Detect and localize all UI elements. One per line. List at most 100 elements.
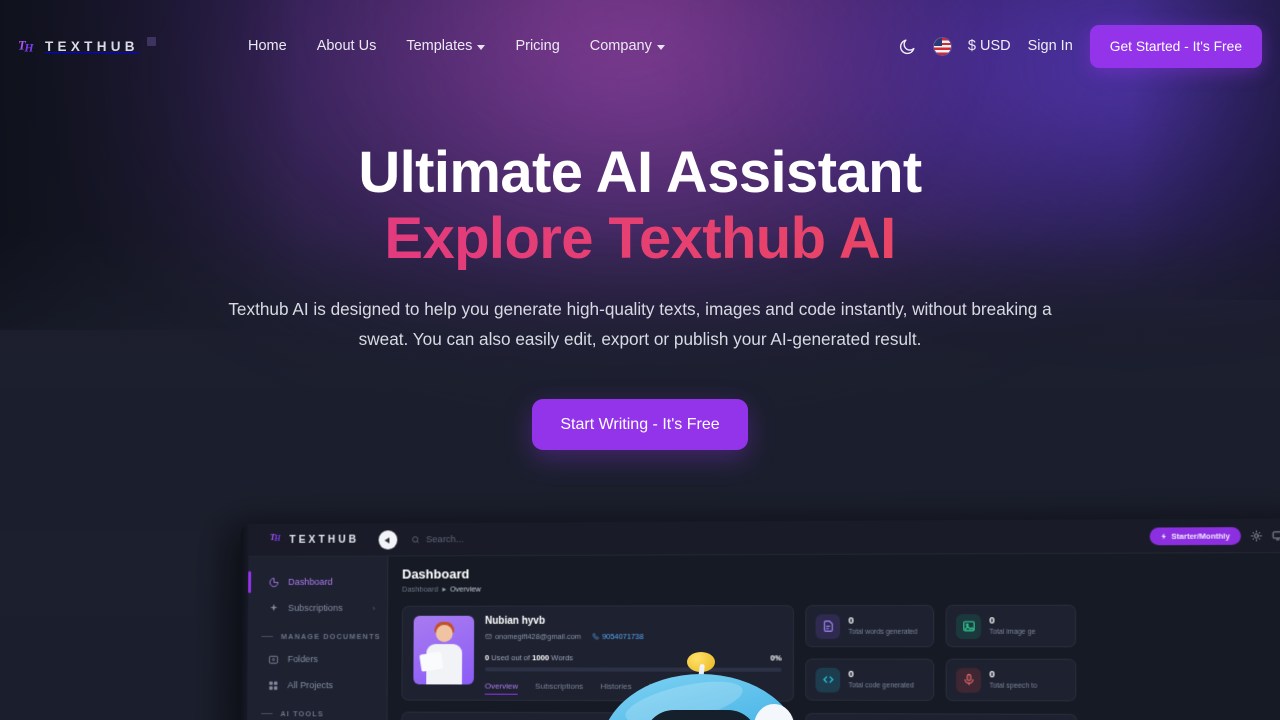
stat-total-code-label: Total code generated (848, 682, 914, 690)
brand-logo[interactable]: T H TEXTHUB (18, 36, 248, 56)
dashboard-sidebar: Dashboard Subscriptions › MANAGE DOCUMEN… (246, 556, 389, 720)
sidebar-item-folders[interactable]: Folders (248, 646, 387, 672)
sidebar-section-manage-documents-label: MANAGE DOCUMENTS (280, 631, 381, 642)
tab-subscriptions[interactable]: Subscriptions (535, 682, 583, 695)
logo-accent-square (146, 36, 156, 46)
dashboard-main-content: Dashboard Dashboard ▸ Overview Ex (387, 552, 1280, 720)
texthub-monogram-icon: T H (18, 36, 38, 56)
phone-icon (592, 633, 599, 640)
stat-card-total-speech[interactable]: 0 Total speech to (945, 658, 1077, 702)
start-writing-button[interactable]: Start Writing - It's Free (532, 399, 748, 451)
us-flag-icon[interactable] (933, 37, 951, 55)
breadcrumb: Dashboard ▸ Overview (402, 582, 1280, 593)
search-icon (411, 535, 420, 544)
envelope-icon (485, 633, 492, 640)
sidebar-section-manage-documents: MANAGE DOCUMENTS (248, 632, 387, 641)
sidebar-item-dashboard-label: Dashboard (288, 576, 333, 587)
dashboard-topbar: T H TEXTHUB Search... Starter/Monthly (248, 518, 1280, 558)
sidebar-item-subscriptions[interactable]: Subscriptions › (248, 595, 387, 621)
sidebar-section-ai-tools: AI TOOLS (247, 709, 386, 719)
nav-link-templates-label: Templates (406, 38, 473, 54)
profile-name: Nubian hyvb (485, 615, 546, 627)
dashboard-topbar-right: Starter/Monthly En (1149, 526, 1280, 545)
profile-contact-row: onomegift428@gmail.com 9054071738 (485, 632, 782, 641)
dashboard-search-placeholder: Search... (425, 533, 464, 545)
top-navigation-bar: T H TEXTHUB Home About Us Templates Pric… (0, 0, 1280, 92)
nav-right-controls: $ USD Sign In Get Started - It's Free (898, 24, 1262, 68)
profile-email: onomegift428@gmail.com (494, 631, 582, 642)
stats-grid: 0 Total words generated 0 Total image ge… (805, 604, 1077, 703)
bolt-icon (1161, 532, 1166, 539)
stat-card-total-code[interactable]: 0 Total code generated (805, 658, 935, 701)
monitor-icon[interactable] (1271, 530, 1280, 542)
usage-used-value: 0 (484, 653, 490, 663)
hero-title-line-1: Ultimate AI Assistant (358, 140, 922, 205)
brand-name: TEXTHUB (45, 38, 139, 54)
sidebar-item-dashboard[interactable]: Dashboard (248, 569, 387, 595)
chevron-right-icon: › (372, 603, 376, 613)
image-icon (955, 613, 981, 639)
hero-section: Ultimate AI Assistant Explore Texthub AI… (0, 140, 1280, 451)
nav-link-company-label: Company (589, 38, 652, 54)
get-started-button[interactable]: Get Started - It's Free (1089, 24, 1262, 68)
nav-link-home-label: Home (248, 38, 287, 54)
sun-icon[interactable] (1250, 530, 1262, 542)
usage-used-label: Used out of (491, 653, 531, 663)
sidebar-item-folders-label: Folders (287, 654, 319, 665)
currency-selector[interactable]: $ USD (968, 38, 1011, 54)
stat-total-images-label: Total image ge (989, 628, 1036, 637)
nav-link-pricing-label: Pricing (515, 38, 560, 54)
stat-card-total-images[interactable]: 0 Total image ge (945, 604, 1077, 648)
stat-total-speech-label: Total speech to (989, 682, 1038, 691)
texthub-monogram-icon: T H (270, 530, 285, 550)
stat-total-words-value: 0 (848, 615, 854, 627)
section-divider-dash (261, 635, 274, 638)
folder-icon (267, 653, 279, 665)
user-avatar-illustration (413, 615, 475, 685)
breadcrumb-separator-icon: ▸ (442, 584, 447, 594)
sidebar-item-subscriptions-label: Subscriptions (287, 602, 343, 613)
dashboard-left-edge (239, 524, 249, 720)
nav-link-about-us[interactable]: About Us (317, 38, 377, 54)
stat-total-words-label: Total words generated (848, 628, 918, 637)
dashboard-panel-right (805, 712, 1078, 720)
blue-robot-mascot (598, 652, 804, 720)
microphone-icon (956, 667, 982, 693)
dashboard-brand-logo[interactable]: T H TEXTHUB (248, 529, 385, 550)
usage-unit-label: Words (551, 653, 574, 663)
sign-in-link[interactable]: Sign In (1028, 38, 1073, 54)
svg-text:H: H (23, 40, 34, 54)
svg-text:H: H (273, 534, 281, 543)
stat-card-total-words[interactable]: 0 Total words generated (805, 604, 935, 648)
primary-nav-links: Home About Us Templates Pricing Company (248, 38, 665, 54)
breadcrumb-current: Overview (449, 584, 482, 594)
hero-subtitle: Texthub AI is designed to help you gener… (228, 299, 1052, 349)
nav-link-pricing[interactable]: Pricing (515, 38, 559, 54)
sidebar-section-ai-tools-label: AI TOOLS (280, 709, 324, 719)
nav-link-home[interactable]: Home (248, 38, 287, 54)
chevron-down-icon (477, 44, 486, 50)
nav-link-company[interactable]: Company (590, 38, 665, 54)
document-text-icon (815, 613, 841, 639)
dashboard-brand-name: TEXTHUB (289, 533, 360, 546)
dashboard-lower-panels (401, 711, 1280, 720)
code-icon (815, 667, 841, 692)
dashboard-overview-grid: Nubian hyvb onomegift428@gmail.com 90540… (401, 604, 1280, 703)
usage-total-value: 1000 (532, 653, 550, 663)
profile-phone: 9054071738 (602, 631, 644, 642)
nav-link-templates[interactable]: Templates (406, 38, 486, 54)
sidebar-collapse-button[interactable] (378, 530, 398, 550)
stat-total-images-value: 0 (989, 614, 995, 627)
hero-title-line-2: Explore Texthub AI (0, 206, 1280, 272)
sidebar-item-all-projects[interactable]: All Projects (247, 672, 386, 698)
grid-icon (267, 679, 279, 691)
tab-overview[interactable]: Overview (484, 681, 519, 695)
nav-link-about-us-label: About Us (316, 38, 377, 54)
dashboard-page-title: Dashboard (402, 566, 470, 582)
dashboard-search-input[interactable]: Search... (411, 534, 464, 545)
moon-icon[interactable] (898, 37, 917, 56)
section-divider-dash (260, 712, 273, 715)
plan-badge[interactable]: Starter/Monthly (1149, 526, 1241, 545)
stat-total-code-value: 0 (848, 668, 854, 680)
breadcrumb-root[interactable]: Dashboard (402, 585, 438, 594)
